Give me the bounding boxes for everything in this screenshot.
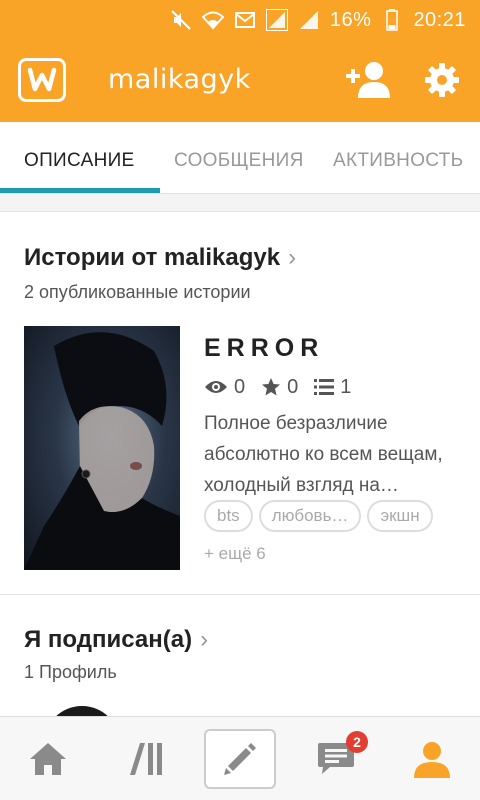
views-stat: 0 <box>204 376 245 399</box>
stories-title: Истории от malikagyk <box>24 244 281 271</box>
votes-count: 0 <box>287 375 299 398</box>
profile-icon[interactable] <box>404 731 460 787</box>
profile-tabs: ОПИСАНИЕ СООБЩЕНИЯ АКТИВНОСТЬ <box>0 122 480 194</box>
write-icon[interactable] <box>204 729 276 789</box>
chevron-right-icon: › <box>200 626 209 653</box>
home-icon[interactable] <box>20 731 76 787</box>
chevron-right-icon: › <box>288 244 297 271</box>
stories-count: 2 опубликованные истории <box>24 282 251 302</box>
tag-chip[interactable]: экшн <box>367 500 433 532</box>
tab-messages[interactable]: СООБЩЕНИЯ <box>174 150 304 172</box>
active-tab-indicator <box>0 188 160 193</box>
status-bar: 16% 20:21 <box>0 0 480 38</box>
tab-activity[interactable]: АКТИВНОСТЬ <box>333 150 463 172</box>
add-user-icon[interactable] <box>346 60 390 100</box>
list-icon <box>314 379 335 395</box>
gear-icon[interactable] <box>424 62 460 98</box>
story-title[interactable]: ERROR <box>204 334 324 363</box>
status-icons: 16% 20:21 <box>170 8 466 32</box>
wifi-icon <box>201 9 224 31</box>
bottom-nav: 2 <box>0 716 480 800</box>
votes-stat: 0 <box>261 376 298 399</box>
following-header[interactable]: Я подписан(а) › <box>24 626 208 654</box>
story-cover[interactable] <box>24 326 180 570</box>
story-tags: bts любовь… экшн <box>204 500 433 532</box>
username-title: malikagyk <box>108 64 251 95</box>
battery-icon <box>381 9 403 31</box>
parts-count: 1 <box>340 375 352 398</box>
eye-icon <box>205 381 227 393</box>
messages-badge: 2 <box>346 731 368 753</box>
battery-level: 16% <box>329 8 372 31</box>
mute-icon <box>170 9 192 31</box>
story-stats: 0 0 1 <box>204 374 367 400</box>
parts-stat: 1 <box>314 376 351 399</box>
tag-chip[interactable]: любовь… <box>258 500 362 532</box>
story-description: Полное безразличие абсолютно ко всем вещ… <box>204 413 443 496</box>
views-count: 0 <box>234 375 246 398</box>
clock: 20:21 <box>413 8 466 31</box>
following-title: Я подписан(а) <box>24 626 193 653</box>
stories-header[interactable]: Истории от malikagyk › <box>24 244 296 272</box>
signal-icon <box>298 9 320 31</box>
more-tags-link[interactable]: + ещё 6 <box>204 544 266 564</box>
mail-icon <box>234 9 256 31</box>
library-icon[interactable] <box>118 731 174 787</box>
tag-chip[interactable]: bts <box>204 500 253 532</box>
following-count: 1 Профиль <box>24 662 117 682</box>
star-icon <box>262 378 281 396</box>
section-divider <box>0 194 480 212</box>
app-bar: malikagyk <box>0 38 480 122</box>
tab-description[interactable]: ОПИСАНИЕ <box>24 150 135 172</box>
wattpad-logo[interactable] <box>18 58 66 102</box>
section-separator <box>0 594 480 595</box>
signal-icon <box>265 9 288 31</box>
